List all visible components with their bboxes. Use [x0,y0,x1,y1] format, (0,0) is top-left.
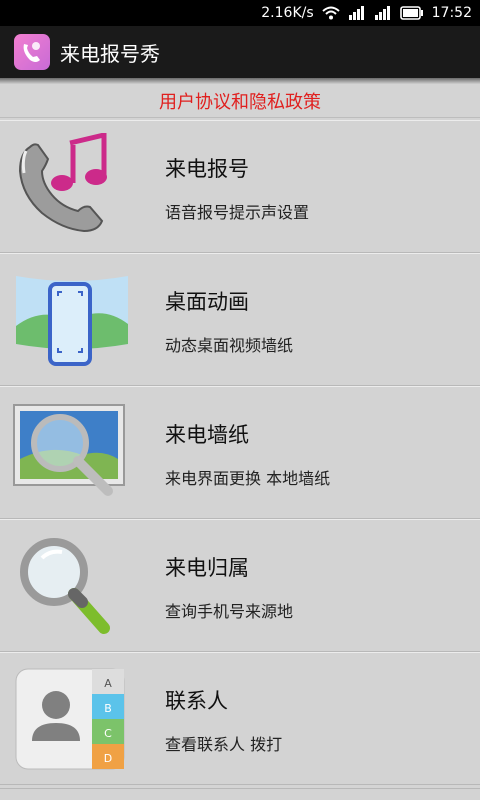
privacy-policy-link[interactable]: 用户协议和隐私政策 [0,84,480,118]
contacts-tab-b: B [104,702,112,715]
magnifier-icon [12,532,132,640]
list-item-desktop-animation[interactable]: 桌面动画 动态桌面视频墙纸 [0,253,480,386]
list-item-caller-location[interactable]: 来电归属 查询手机号来源地 [0,519,480,652]
item-subtitle: 动态桌面视频墙纸 [165,336,294,355]
contacts-tab-a: A [104,677,112,690]
item-subtitle: 语音报号提示声设置 [165,203,310,222]
item-title: 来电归属 [165,556,249,580]
item-title: 联系人 [165,689,228,713]
privacy-policy-label: 用户协议和隐私政策 [159,91,321,113]
app-logo-icon [14,34,50,70]
battery-icon [399,6,424,20]
phone-music-icon [12,131,132,241]
list-bottom-edge [0,788,480,800]
title-bar: 来电报号秀 [0,26,480,78]
item-subtitle: 来电界面更换 本地墙纸 [165,469,331,488]
feature-list: 来电报号 语音报号提示声设置 桌面动画 动态桌面视频墙纸 来电墙纸 来电界面更换… [0,120,480,785]
item-title: 来电墙纸 [165,423,249,447]
signal-icon [348,6,366,20]
item-subtitle: 查询手机号来源地 [165,602,294,621]
phone-wallpaper-icon [12,266,132,374]
contacts-tab-c: C [104,727,112,740]
clock: 17:52 [431,5,472,21]
app-title: 来电报号秀 [60,41,160,66]
list-item-caller-wallpaper[interactable]: 来电墙纸 来电界面更换 本地墙纸 [0,386,480,519]
list-item-caller-announce[interactable]: 来电报号 语音报号提示声设置 [0,120,480,253]
network-speed: 2.16K/s [261,5,314,21]
item-title: 桌面动画 [165,290,249,314]
item-subtitle: 查看联系人 拨打 [165,735,283,754]
wifi-icon [321,6,340,20]
contacts-tab-d: D [104,752,112,765]
picture-magnifier-icon [12,399,132,507]
status-bar: 2.16K/s 17:52 [0,0,480,26]
signal-2-icon [374,6,392,20]
item-title: 来电报号 [165,157,249,181]
list-item-contacts[interactable]: A B C D 联系人 查看联系人 拨打 [0,652,480,785]
contacts-icon: A B C D [12,665,132,773]
